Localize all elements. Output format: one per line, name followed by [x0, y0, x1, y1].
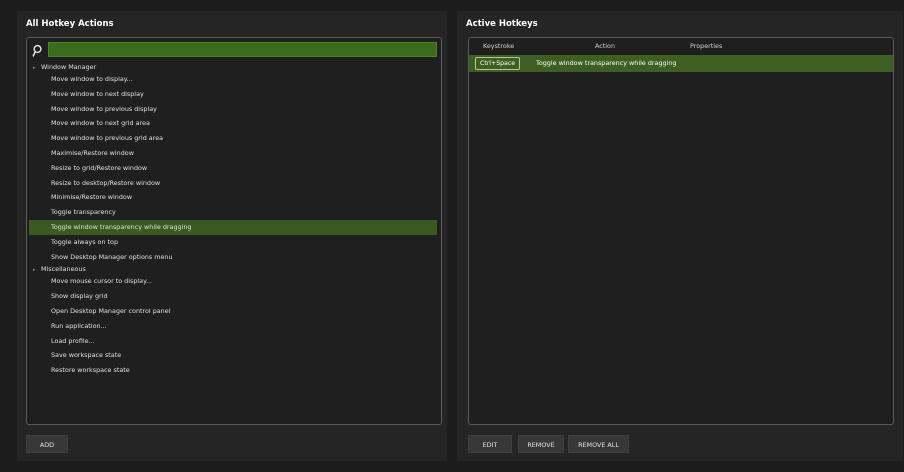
group-miscellaneous[interactable]: ▸ Miscellaneous	[29, 264, 437, 274]
list-item[interactable]: Move mouse cursor to display...	[29, 274, 437, 289]
list-item[interactable]: Move window to next display	[29, 87, 437, 102]
actions-list-box: ▸ Window Manager Move window to display..…	[26, 37, 442, 425]
list-item[interactable]: Toggle always on top	[29, 235, 437, 250]
add-button[interactable]: ADD	[26, 435, 68, 453]
search-input[interactable]	[48, 42, 437, 57]
list-item[interactable]: Show display grid	[29, 289, 437, 304]
list-item[interactable]: Save workspace state	[29, 348, 437, 363]
table-row[interactable]: Ctrl+Space Toggle window transparency wh…	[469, 55, 893, 72]
panel-title: Active Hotkeys	[466, 19, 538, 29]
list-item[interactable]: Resize to desktop/Restore window	[29, 176, 437, 191]
list-item[interactable]: Load profile...	[29, 334, 437, 349]
search-icon	[31, 43, 43, 57]
list-item-selected[interactable]: Toggle window transparency while draggin…	[29, 219, 437, 235]
collapse-arrow-icon[interactable]: ▸	[33, 63, 41, 73]
list-item[interactable]: Restore workspace state	[29, 363, 437, 378]
group-label: Window Manager	[41, 63, 97, 71]
edit-button[interactable]: EDIT	[468, 435, 512, 453]
list-item[interactable]: Move window to previous grid area	[29, 131, 437, 146]
group-window-manager[interactable]: ▸ Window Manager	[29, 62, 437, 72]
actions-tree: ▸ Window Manager Move window to display..…	[29, 62, 437, 378]
column-header-properties[interactable]: Properties	[690, 42, 722, 50]
list-item[interactable]: Show Desktop Manager options menu	[29, 250, 437, 265]
hotkeys-table: Keystroke Action Properties Ctrl+Space T…	[468, 37, 894, 425]
remove-button[interactable]: REMOVE	[518, 435, 564, 453]
search-row	[31, 42, 437, 57]
column-header-action[interactable]: Action	[595, 42, 615, 50]
group-label: Miscellaneous	[41, 265, 86, 274]
list-item[interactable]: Toggle transparency	[29, 205, 437, 220]
active-hotkeys-panel: Active Hotkeys Keystroke Action Properti…	[456, 10, 904, 462]
list-item[interactable]: Minimise/Restore window	[29, 190, 437, 205]
list-item[interactable]: Move window to next grid area	[29, 116, 437, 131]
list-item[interactable]: Resize to grid/Restore window	[29, 161, 437, 176]
list-item[interactable]: Maximise/Restore window	[29, 146, 437, 161]
remove-all-button[interactable]: REMOVE ALL	[568, 435, 629, 453]
list-item[interactable]: Move window to display...	[29, 72, 437, 87]
action-cell: Toggle window transparency while draggin…	[536, 59, 677, 67]
list-item[interactable]: Run application...	[29, 319, 437, 334]
panel-title: All Hotkey Actions	[26, 19, 114, 29]
column-header-keystroke[interactable]: Keystroke	[483, 42, 514, 50]
list-item[interactable]: Open Desktop Manager control panel	[29, 304, 437, 319]
list-item[interactable]: Move window to previous display	[29, 102, 437, 117]
collapse-arrow-icon[interactable]: ▸	[33, 265, 41, 275]
all-hotkey-actions-panel: All Hotkey Actions ▸ Window Manager Move …	[16, 10, 448, 462]
keystroke-cell: Ctrl+Space	[475, 57, 521, 70]
